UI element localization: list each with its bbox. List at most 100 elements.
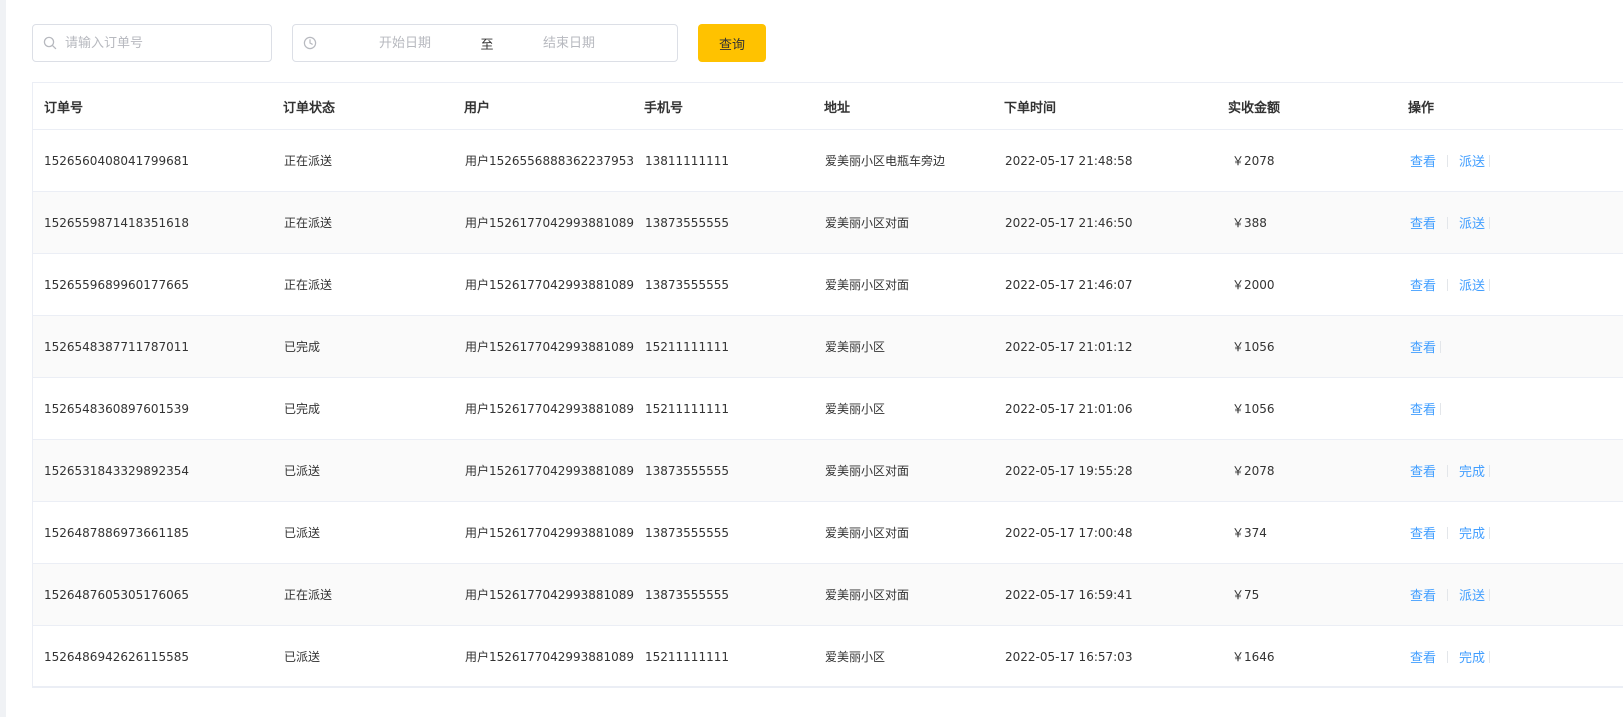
cell-order-time: 2022-05-17 21:46:50 xyxy=(1005,215,1133,230)
cell-status: 已派送 xyxy=(284,464,321,478)
dispatch-link[interactable]: 派送 xyxy=(1459,213,1485,232)
action-divider xyxy=(1489,588,1491,601)
cell-address: 爱美丽小区 xyxy=(825,340,886,354)
cell-amount: ￥1056 xyxy=(1232,402,1275,416)
row-actions: 查看 派送 xyxy=(1408,275,1623,294)
view-link[interactable]: 查看 xyxy=(1410,399,1436,418)
cell-address: 爱美丽小区对面 xyxy=(825,216,910,230)
order-search-box[interactable] xyxy=(32,24,272,62)
cell-status: 正在派送 xyxy=(284,278,333,292)
cell-address: 爱美丽小区对面 xyxy=(825,526,910,540)
cell-status: 已派送 xyxy=(284,650,321,664)
row-actions: 查看 派送 xyxy=(1408,585,1623,604)
view-link[interactable]: 查看 xyxy=(1410,151,1436,170)
cell-phone: 13873555555 xyxy=(645,587,729,602)
cell-status: 正在派送 xyxy=(284,216,333,230)
view-link[interactable]: 查看 xyxy=(1410,275,1436,294)
cell-amount: ￥1646 xyxy=(1232,650,1275,664)
header-status: 订单状态 xyxy=(283,83,464,130)
filter-toolbar: 至 查询 xyxy=(0,0,1623,80)
cell-order-time: 2022-05-17 21:48:58 xyxy=(1005,153,1133,168)
cell-order-id: 1526487886973661185 xyxy=(44,525,190,540)
cell-amount: ￥2078 xyxy=(1232,464,1275,478)
cell-user: 用户1526177042993881089 xyxy=(465,588,635,602)
dispatch-link[interactable]: 派送 xyxy=(1459,275,1485,294)
cell-amount: ￥2000 xyxy=(1232,278,1275,292)
dispatch-link[interactable]: 派送 xyxy=(1459,151,1485,170)
action-divider xyxy=(1440,402,1442,415)
action-divider xyxy=(1447,588,1449,601)
date-range-separator: 至 xyxy=(480,37,494,53)
cell-phone: 13873555555 xyxy=(645,525,729,540)
view-link[interactable]: 查看 xyxy=(1410,523,1436,542)
view-link[interactable]: 查看 xyxy=(1410,585,1436,604)
cell-status: 正在派送 xyxy=(284,588,333,602)
row-actions: 查看 完成 xyxy=(1408,647,1623,666)
cell-status: 已派送 xyxy=(284,526,321,540)
cell-address: 爱美丽小区电瓶车旁边 xyxy=(825,154,946,168)
cell-user: 用户1526177042993881089 xyxy=(465,464,635,478)
action-divider xyxy=(1489,154,1491,167)
complete-link[interactable]: 完成 xyxy=(1459,523,1485,542)
cell-address: 爱美丽小区对面 xyxy=(825,278,910,292)
dispatch-link[interactable]: 派送 xyxy=(1459,585,1485,604)
order-number-input[interactable] xyxy=(63,34,267,52)
cell-phone: 15211111111 xyxy=(645,339,729,354)
action-divider xyxy=(1447,464,1449,477)
cell-order-id: 1526559871418351618 xyxy=(44,215,190,230)
table-row: 1526559871418351618 正在派送 用户152617704299388… xyxy=(33,191,1623,254)
start-date-input[interactable] xyxy=(343,34,467,52)
cell-order-time: 2022-05-17 19:55:28 xyxy=(1005,463,1133,478)
row-actions: 查看 完成 xyxy=(1408,461,1623,480)
complete-link[interactable]: 完成 xyxy=(1459,461,1485,480)
action-divider xyxy=(1489,464,1491,477)
cell-order-time: 2022-05-17 21:46:07 xyxy=(1005,277,1133,292)
cell-phone: 15211111111 xyxy=(645,401,729,416)
query-button[interactable]: 查询 xyxy=(698,24,766,62)
cell-amount: ￥2078 xyxy=(1232,154,1275,168)
table-row: 1526548387711787011 已完成 用户1526177042993881… xyxy=(33,315,1623,378)
cell-address: 爱美丽小区 xyxy=(825,402,886,416)
cell-phone: 15211111111 xyxy=(645,649,729,664)
action-divider xyxy=(1489,650,1491,663)
cell-order-id: 1526531843329892354 xyxy=(44,463,190,478)
header-amount: 实收金额 xyxy=(1228,83,1408,130)
header-user: 用户 xyxy=(464,83,644,130)
header-order-time: 下单时间 xyxy=(1004,83,1228,130)
action-divider xyxy=(1447,278,1449,291)
clock-icon xyxy=(303,36,317,50)
cell-user: 用户1526177042993881089 xyxy=(465,650,635,664)
view-link[interactable]: 查看 xyxy=(1410,337,1436,356)
cell-user: 用户1526177042993881089 xyxy=(465,340,635,354)
cell-address: 爱美丽小区 xyxy=(825,650,886,664)
cell-order-time: 2022-05-17 16:57:03 xyxy=(1005,649,1133,664)
table-header-row: 订单号 订单状态 用户 手机号 地址 下单时间 实收金额 操作 xyxy=(33,83,1623,130)
action-divider xyxy=(1489,278,1491,291)
action-divider xyxy=(1447,526,1449,539)
row-actions: 查看 派送 xyxy=(1408,151,1623,170)
end-date-input[interactable] xyxy=(507,34,631,52)
action-divider xyxy=(1447,216,1449,229)
date-range-picker[interactable]: 至 xyxy=(292,24,678,62)
view-link[interactable]: 查看 xyxy=(1410,647,1436,666)
cell-order-id: 1526559689960177665 xyxy=(44,277,190,292)
cell-order-id: 1526487605305176065 xyxy=(44,587,190,602)
cell-order-id: 1526560408041799681 xyxy=(44,153,190,168)
complete-link[interactable]: 完成 xyxy=(1459,647,1485,666)
view-link[interactable]: 查看 xyxy=(1410,213,1436,232)
table-row: 1526559689960177665 正在派送 用户152617704299388… xyxy=(33,253,1623,316)
cell-user: 用户1526177042993881089 xyxy=(465,402,635,416)
cell-status: 正在派送 xyxy=(284,154,333,168)
cell-status: 已完成 xyxy=(284,340,321,354)
table-row: 1526486942626115585 已派送 用户1526177042993881… xyxy=(33,625,1623,686)
table-row: 1526560408041799681 正在派送 用户152655688836223… xyxy=(33,129,1623,192)
action-divider xyxy=(1447,154,1449,167)
action-divider xyxy=(1489,526,1491,539)
cell-phone: 13873555555 xyxy=(645,215,729,230)
row-actions: 查看 派送 xyxy=(1408,213,1623,232)
view-link[interactable]: 查看 xyxy=(1410,461,1436,480)
table-row: 1526487605305176065 正在派送 用户152617704299388… xyxy=(33,563,1623,626)
cell-user: 用户1526177042993881089 xyxy=(465,526,635,540)
cell-amount: ￥75 xyxy=(1232,588,1260,602)
cell-user: 用户1526177042993881089 xyxy=(465,278,635,292)
